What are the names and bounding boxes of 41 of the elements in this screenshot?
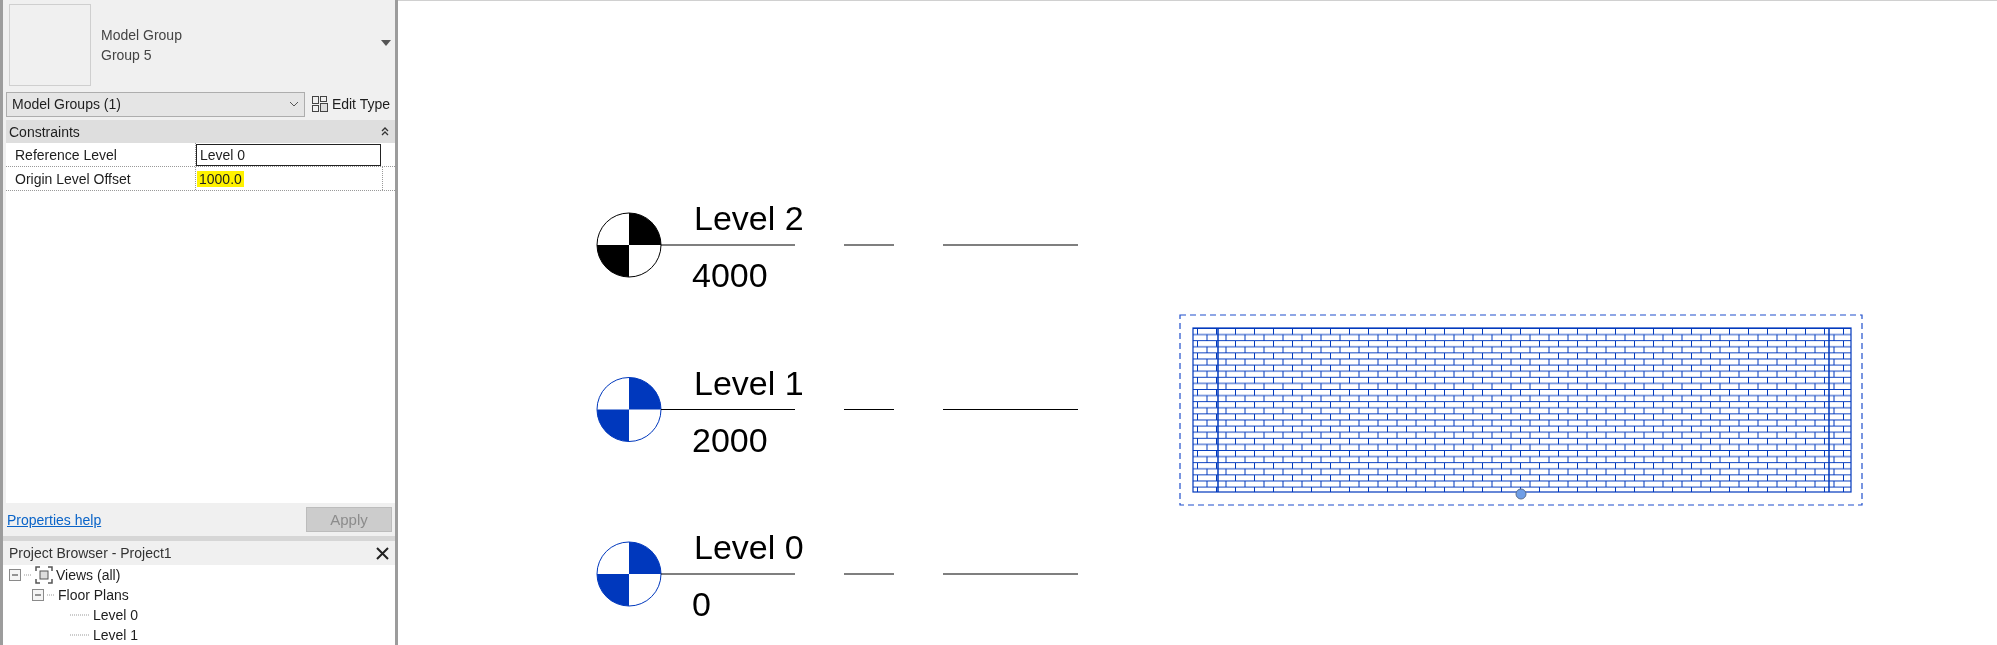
tree-item[interactable]: Level 1: [93, 627, 139, 643]
properties-help-link[interactable]: Properties help: [7, 511, 102, 528]
level-head-icon[interactable]: [596, 377, 662, 442]
edit-type-button[interactable]: Edit Type: [308, 93, 393, 115]
level-head-icon[interactable]: [596, 541, 662, 607]
level-line: [843, 244, 895, 246]
grip-handle[interactable]: [1515, 488, 1527, 500]
property-value[interactable]: 1000.0: [197, 170, 244, 187]
section-header[interactable]: Constraints: [6, 120, 395, 143]
brick-wall-drawing[interactable]: [1192, 327, 1852, 493]
tree-line: [47, 594, 55, 596]
level-name: Level 2: [694, 199, 804, 237]
category-dropdown[interactable]: Model Groups (1): [6, 91, 305, 117]
level-name: Level 0: [694, 528, 804, 566]
panel-title: Project Browser - Project1: [9, 545, 172, 561]
property-label: Reference Level: [15, 146, 117, 163]
collapse-icon[interactable]: [381, 126, 389, 137]
value-field[interactable]: Level 0: [196, 144, 381, 166]
property-label: Origin Level Offset: [15, 170, 131, 187]
level-line: [843, 573, 895, 575]
tree-item[interactable]: Views (all): [56, 567, 121, 583]
dropdown-icon[interactable]: [381, 40, 391, 46]
tree-line: [70, 634, 90, 636]
tree-line: [70, 614, 90, 616]
family-name: Model Group: [101, 27, 182, 43]
property-value: Level 0: [199, 147, 247, 163]
level-elevation: 4000: [692, 256, 768, 294]
views-icon: [35, 566, 53, 584]
chevron-icon: [288, 101, 299, 107]
tree-item[interactable]: Level 0: [93, 607, 139, 623]
level-line: [843, 408, 895, 411]
tree-line: [24, 574, 32, 576]
edit-type-icon: [311, 95, 328, 113]
level-head-icon[interactable]: [596, 212, 662, 278]
section-title: Constraints: [9, 123, 80, 140]
close-button[interactable]: [376, 546, 389, 560]
tree-item[interactable]: Floor Plans: [58, 587, 129, 603]
level-elevation: 2000: [692, 420, 768, 459]
type-name: Group 5: [101, 47, 153, 63]
level-elevation: 0: [692, 585, 711, 623]
level-name: Level 1: [694, 363, 804, 402]
